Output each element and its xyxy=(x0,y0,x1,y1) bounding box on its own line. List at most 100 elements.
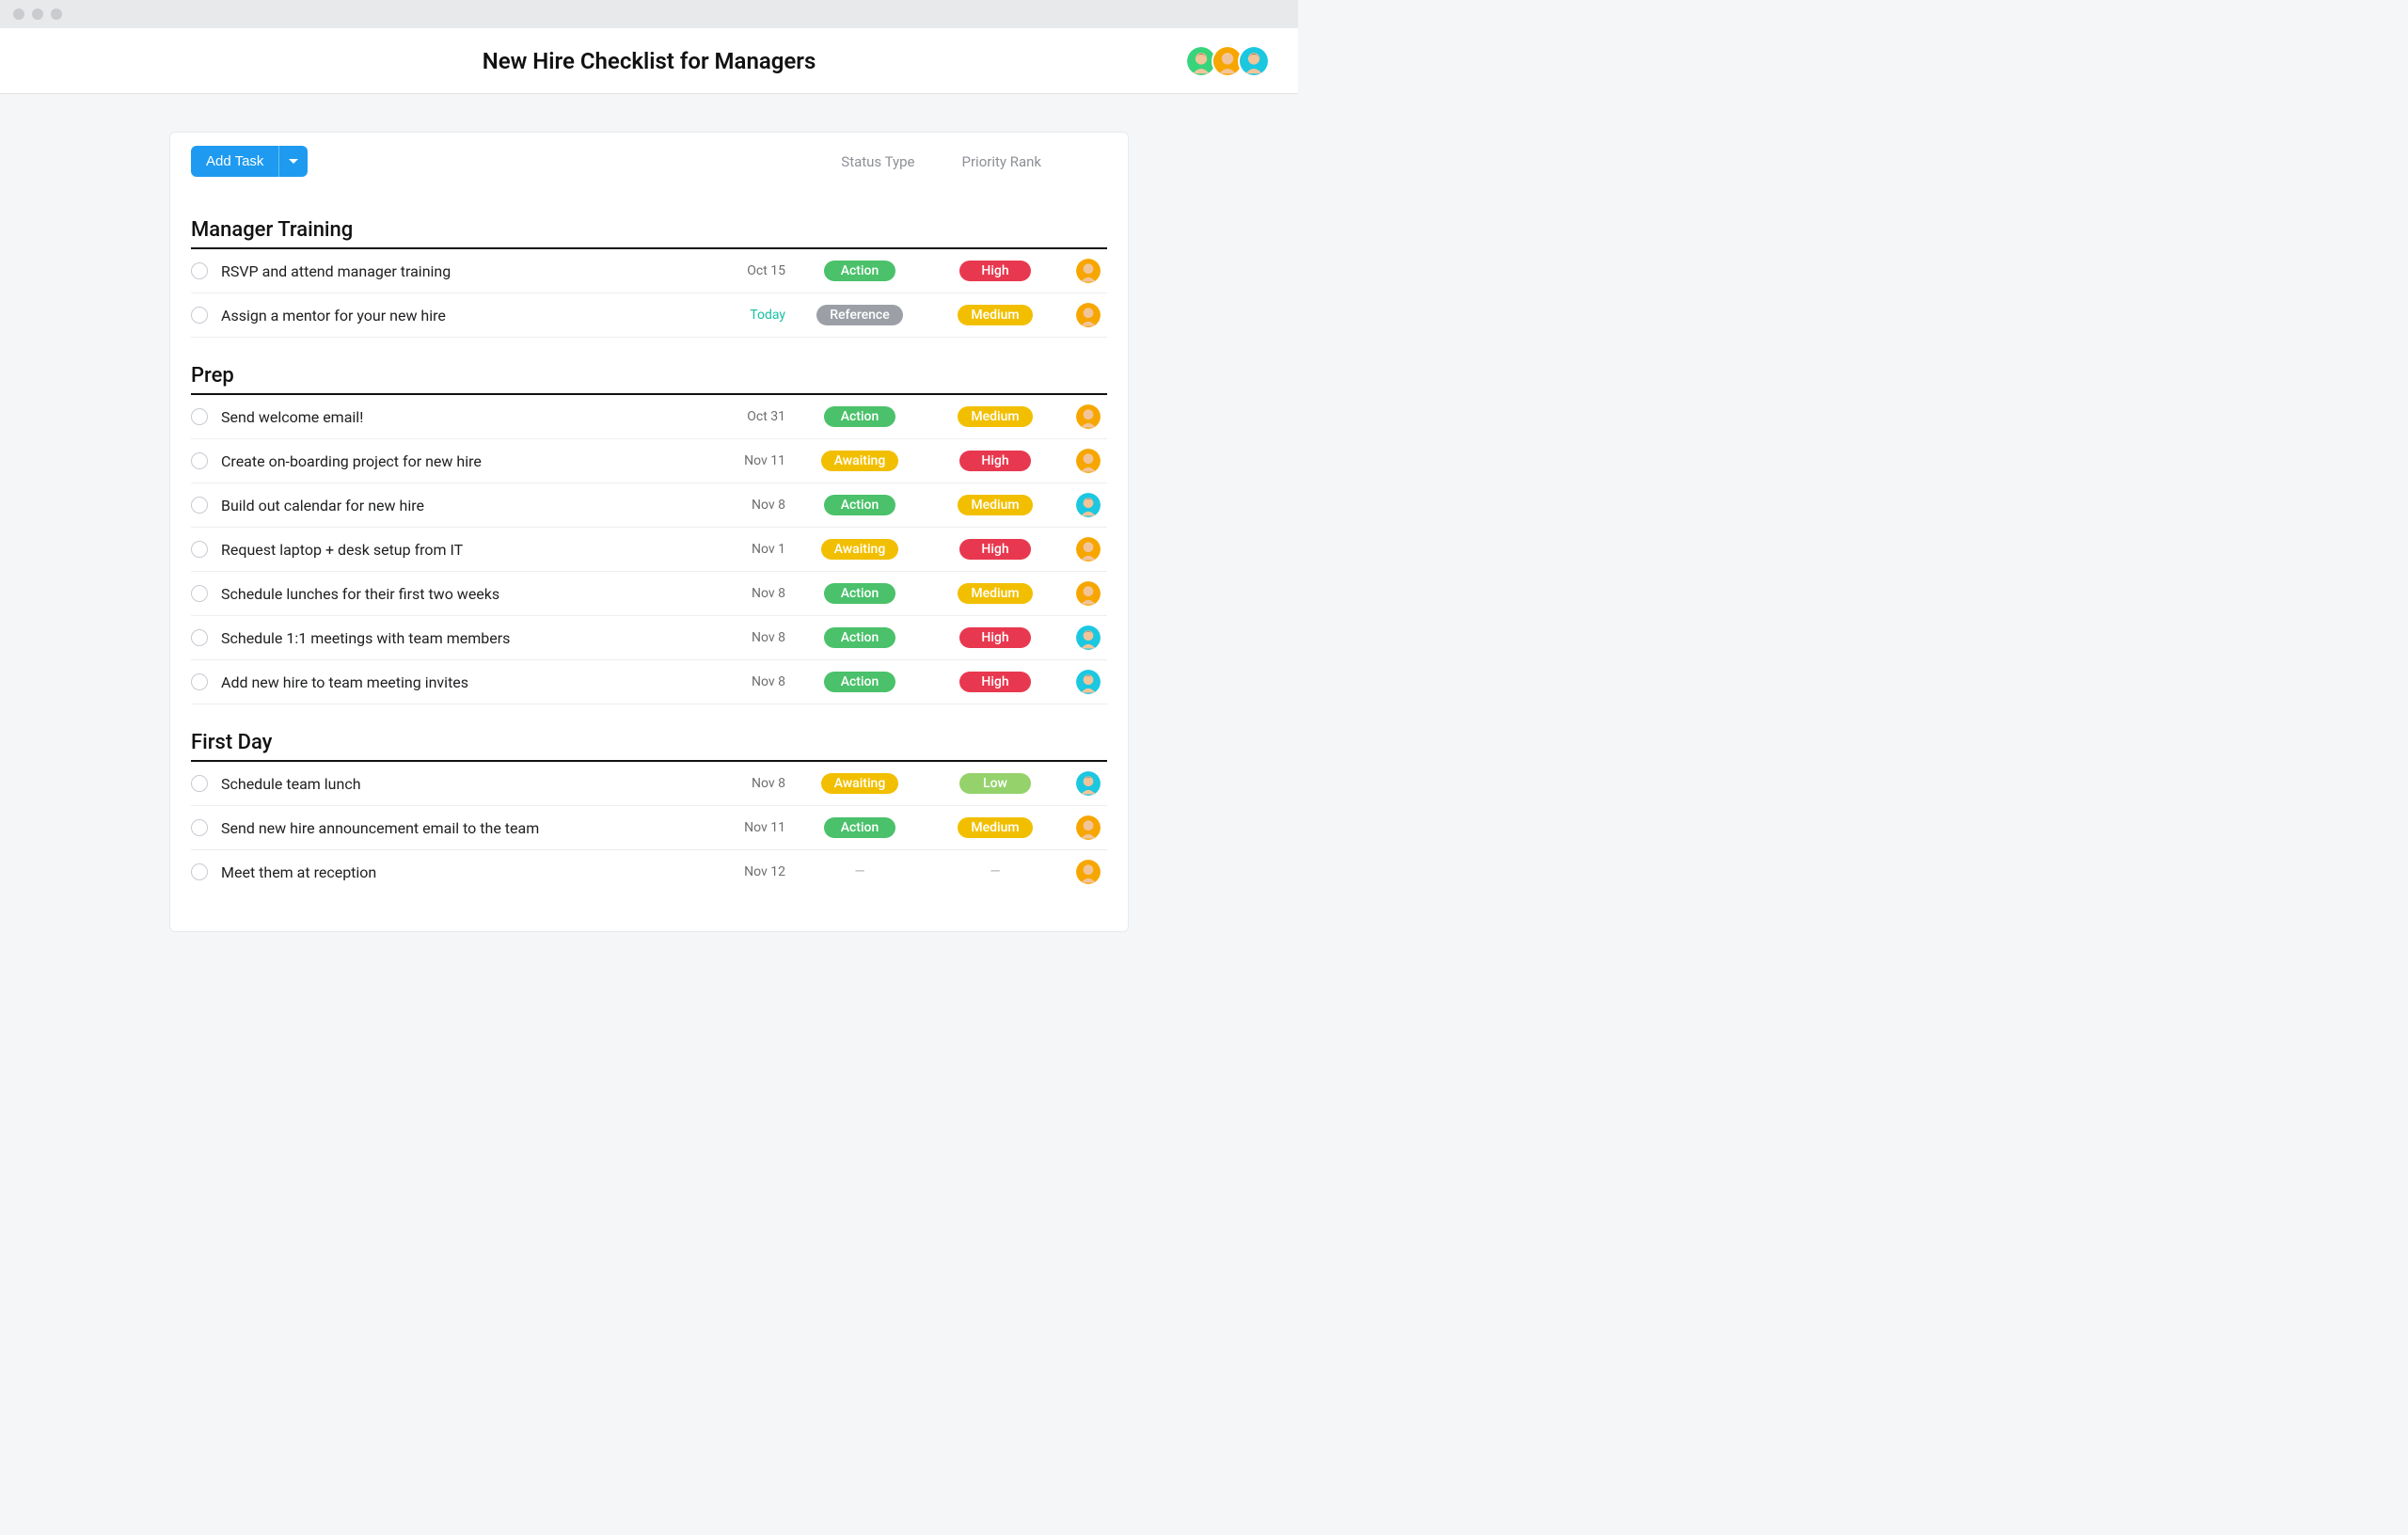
assignee-cell[interactable] xyxy=(1069,259,1107,283)
complete-checkbox[interactable] xyxy=(191,307,208,324)
complete-checkbox[interactable] xyxy=(191,863,208,880)
priority-pill: High xyxy=(959,672,1031,692)
section-title[interactable]: First Day xyxy=(191,731,1107,762)
assignee-cell[interactable] xyxy=(1069,404,1107,429)
priority-cell[interactable]: Medium xyxy=(934,495,1056,515)
assignee-cell[interactable] xyxy=(1069,581,1107,606)
task-row[interactable]: Meet them at reception Nov 12 — — xyxy=(191,850,1107,894)
assignee-cell[interactable] xyxy=(1069,670,1107,694)
section-title[interactable]: Prep xyxy=(191,364,1107,395)
priority-cell[interactable]: Medium xyxy=(934,406,1056,427)
task-row[interactable]: Request laptop + desk setup from IT Nov 1… xyxy=(191,528,1107,572)
complete-checkbox[interactable] xyxy=(191,819,208,836)
task-name[interactable]: Build out calendar for new hire xyxy=(221,497,706,514)
complete-checkbox[interactable] xyxy=(191,452,208,469)
complete-checkbox[interactable] xyxy=(191,585,208,602)
priority-pill: High xyxy=(959,261,1031,281)
traffic-light-minimize[interactable] xyxy=(32,8,43,20)
assignee-cell[interactable] xyxy=(1069,303,1107,327)
add-task-dropdown-button[interactable] xyxy=(278,146,308,177)
due-date[interactable]: Nov 8 xyxy=(720,674,785,689)
priority-cell[interactable]: High xyxy=(934,261,1056,281)
task-row[interactable]: RSVP and attend manager training Oct 15 Ac… xyxy=(191,249,1107,293)
priority-cell[interactable]: Medium xyxy=(934,305,1056,325)
due-date[interactable]: Nov 8 xyxy=(720,630,785,645)
task-name[interactable]: Create on-boarding project for new hire xyxy=(221,452,706,470)
assignee-avatar xyxy=(1076,815,1101,840)
due-date[interactable]: Nov 8 xyxy=(720,586,785,601)
due-date[interactable]: Nov 11 xyxy=(720,820,785,835)
task-name[interactable]: Add new hire to team meeting invites xyxy=(221,673,706,691)
collaborator-avatar[interactable] xyxy=(1238,45,1270,77)
due-date[interactable]: Nov 12 xyxy=(720,864,785,879)
status-cell[interactable]: Awaiting xyxy=(799,451,921,471)
task-name[interactable]: RSVP and attend manager training xyxy=(221,262,706,280)
priority-cell[interactable]: Low xyxy=(934,773,1056,794)
task-name[interactable]: Assign a mentor for your new hire xyxy=(221,307,706,324)
priority-cell[interactable]: High xyxy=(934,451,1056,471)
traffic-light-close[interactable] xyxy=(13,8,24,20)
status-cell[interactable]: Reference xyxy=(799,305,921,325)
task-name[interactable]: Send new hire announcement email to the … xyxy=(221,819,706,837)
task-name[interactable]: Request laptop + desk setup from IT xyxy=(221,541,706,559)
priority-pill: Medium xyxy=(958,305,1032,325)
task-row[interactable]: Create on-boarding project for new hire N… xyxy=(191,439,1107,483)
task-row[interactable]: Send new hire announcement email to the … xyxy=(191,806,1107,850)
complete-checkbox[interactable] xyxy=(191,497,208,514)
complete-checkbox[interactable] xyxy=(191,262,208,279)
due-date[interactable]: Nov 1 xyxy=(720,542,785,557)
due-date[interactable]: Nov 8 xyxy=(720,498,785,513)
complete-checkbox[interactable] xyxy=(191,629,208,646)
project-card: Add Task Status Type Priority Rank Manag… xyxy=(169,132,1129,932)
task-name[interactable]: Schedule 1:1 meetings with team members xyxy=(221,629,706,647)
assignee-cell[interactable] xyxy=(1069,493,1107,517)
assignee-cell[interactable] xyxy=(1069,449,1107,473)
task-row[interactable]: Schedule lunches for their first two wee… xyxy=(191,572,1107,616)
assignee-cell[interactable] xyxy=(1069,771,1107,796)
status-cell[interactable]: Action xyxy=(799,627,921,648)
priority-cell[interactable]: Medium xyxy=(934,817,1056,838)
priority-cell[interactable]: — xyxy=(934,862,1056,882)
add-task-button[interactable]: Add Task xyxy=(191,146,278,177)
priority-cell[interactable]: High xyxy=(934,672,1056,692)
status-cell[interactable]: Action xyxy=(799,672,921,692)
complete-checkbox[interactable] xyxy=(191,775,208,792)
assignee-avatar xyxy=(1076,625,1101,650)
due-date[interactable]: Oct 15 xyxy=(720,263,785,278)
complete-checkbox[interactable] xyxy=(191,673,208,690)
task-name[interactable]: Schedule lunches for their first two wee… xyxy=(221,585,706,603)
status-cell[interactable]: Action xyxy=(799,817,921,838)
assignee-cell[interactable] xyxy=(1069,860,1107,884)
complete-checkbox[interactable] xyxy=(191,541,208,558)
due-date[interactable]: Nov 8 xyxy=(720,776,785,791)
assignee-cell[interactable] xyxy=(1069,537,1107,562)
status-cell[interactable]: Action xyxy=(799,583,921,604)
status-cell[interactable]: Awaiting xyxy=(799,773,921,794)
complete-checkbox[interactable] xyxy=(191,408,208,425)
assignee-cell[interactable] xyxy=(1069,625,1107,650)
priority-cell[interactable]: Medium xyxy=(934,583,1056,604)
priority-cell[interactable]: High xyxy=(934,627,1056,648)
task-name[interactable]: Meet them at reception xyxy=(221,863,706,881)
status-cell[interactable]: Action xyxy=(799,495,921,515)
task-row[interactable]: Schedule 1:1 meetings with team members N… xyxy=(191,616,1107,660)
column-headers: Status Type Priority Rank xyxy=(841,153,1107,170)
task-row[interactable]: Assign a mentor for your new hire Today Re… xyxy=(191,293,1107,338)
task-name[interactable]: Send welcome email! xyxy=(221,408,706,426)
status-cell[interactable]: Action xyxy=(799,261,921,281)
section-title[interactable]: Manager Training xyxy=(191,218,1107,249)
task-name[interactable]: Schedule team lunch xyxy=(221,775,706,793)
due-date[interactable]: Nov 11 xyxy=(720,453,785,468)
status-cell[interactable]: — xyxy=(799,862,921,882)
assignee-cell[interactable] xyxy=(1069,815,1107,840)
priority-cell[interactable]: High xyxy=(934,539,1056,560)
task-row[interactable]: Build out calendar for new hire Nov 8 Acti… xyxy=(191,483,1107,528)
traffic-light-zoom[interactable] xyxy=(51,8,62,20)
due-date[interactable]: Today xyxy=(720,308,785,323)
status-cell[interactable]: Action xyxy=(799,406,921,427)
task-row[interactable]: Schedule team lunch Nov 8 Awaiting Low xyxy=(191,762,1107,806)
due-date[interactable]: Oct 31 xyxy=(720,409,785,424)
task-row[interactable]: Send welcome email! Oct 31 Action Medium xyxy=(191,395,1107,439)
status-cell[interactable]: Awaiting xyxy=(799,539,921,560)
task-row[interactable]: Add new hire to team meeting invites Nov … xyxy=(191,660,1107,704)
